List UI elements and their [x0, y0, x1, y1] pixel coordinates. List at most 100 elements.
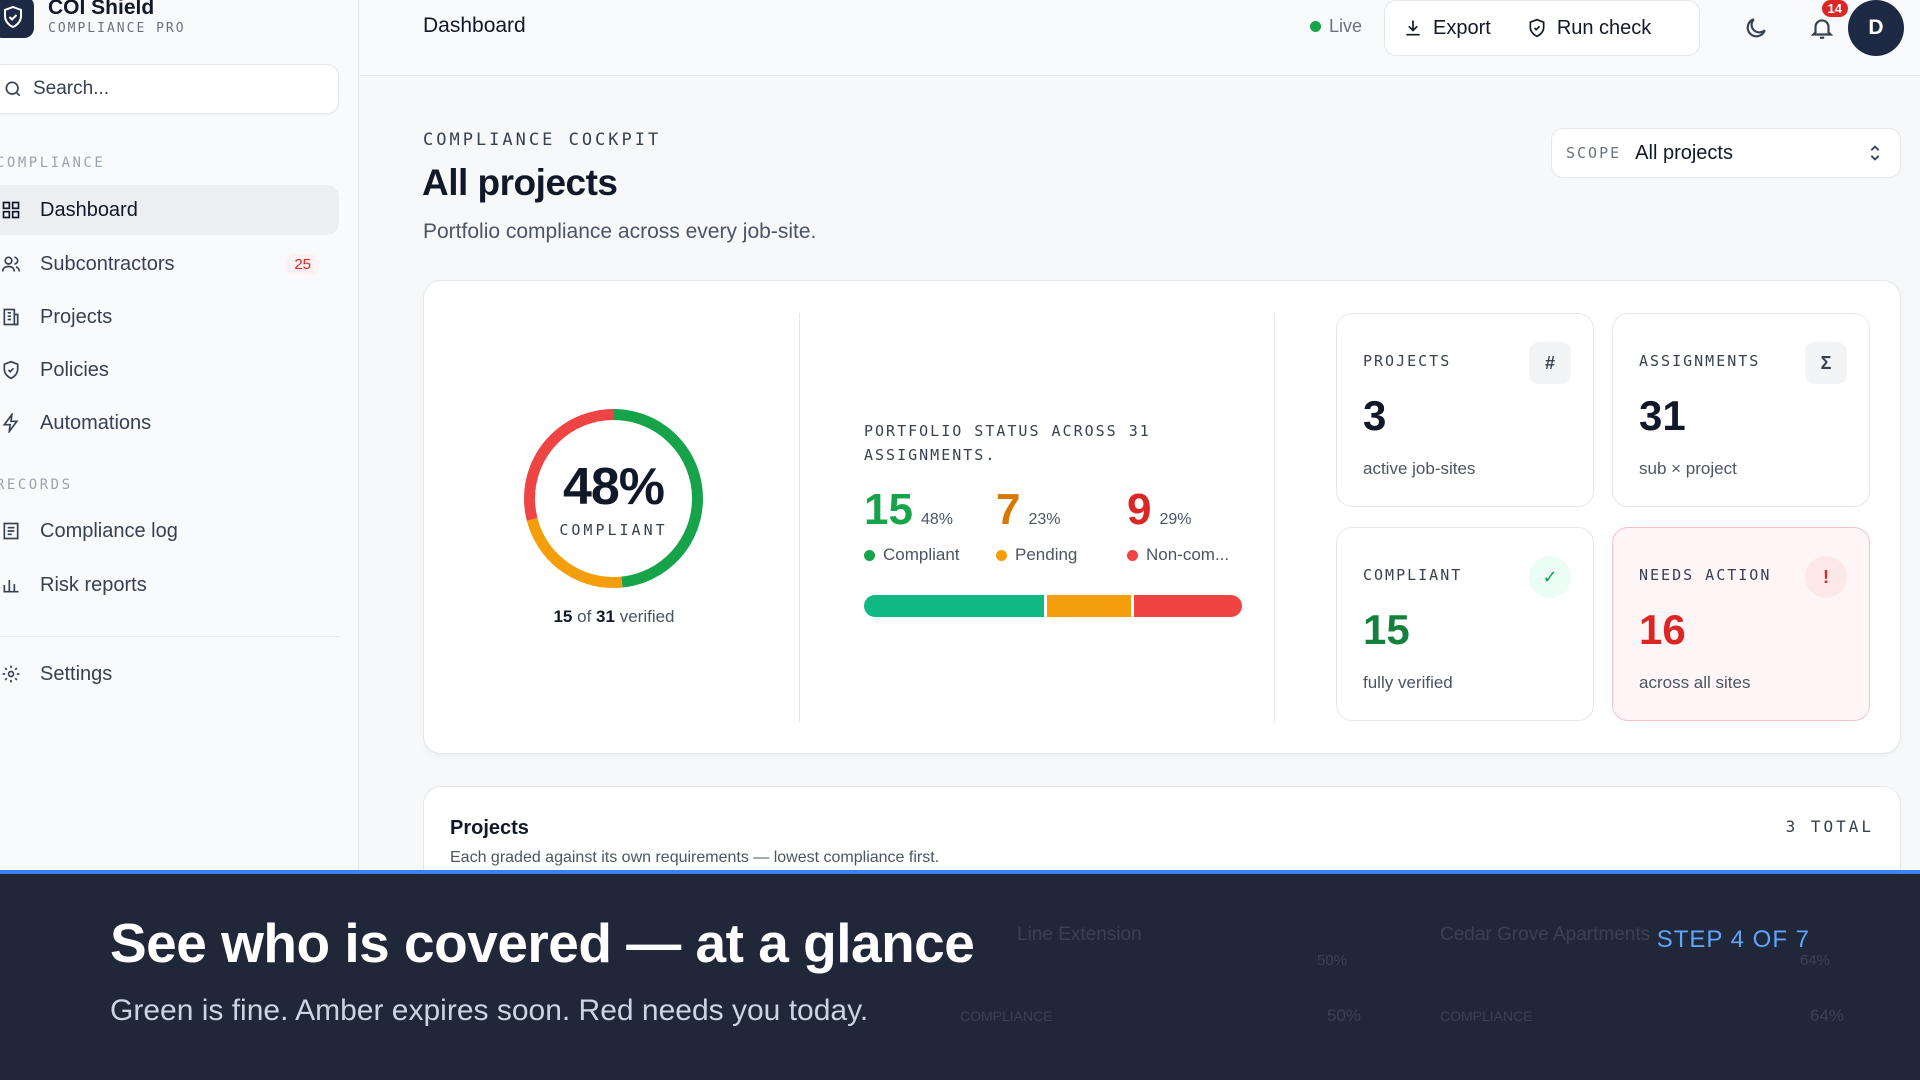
- ghost-compliance-label: COMPLIANCE: [960, 1008, 1053, 1024]
- hash-icon: #: [1529, 342, 1571, 384]
- projects-total: 3 TOTAL: [1785, 817, 1874, 836]
- kpi-subtitle: fully verified: [1363, 673, 1453, 692]
- legend-dot-icon: [1127, 549, 1138, 561]
- projects-title: Projects: [450, 817, 529, 839]
- kpi-card-assignments[interactable]: ASSIGNMENTS Σ 31 sub × project: [1612, 313, 1870, 507]
- compliance-summary-card: 48% COMPLIANT 15 of 31 verified PORTFOLI…: [423, 280, 1901, 754]
- scope-value: All projects: [1635, 141, 1733, 164]
- search-icon: [5, 81, 21, 97]
- kpi-subtitle: active job-sites: [1363, 459, 1476, 478]
- legend-noncompliant-label: Non-com...: [1146, 545, 1230, 564]
- brand[interactable]: COI Shield COMPLIANCE PRO: [0, 0, 186, 38]
- kpi-card-projects[interactable]: PROJECTS # 3 active job-sites: [1336, 313, 1594, 507]
- kpi-value: 31: [1639, 392, 1686, 439]
- export-button[interactable]: Export: [1385, 1, 1509, 55]
- legend-dot-icon: [996, 549, 1007, 561]
- bolt-icon: [0, 412, 22, 434]
- legend-noncompliant: Non-com...: [1127, 545, 1229, 565]
- stat-noncompliant: 9 29%: [1127, 486, 1192, 534]
- sidebar-item-automations[interactable]: Automations: [0, 398, 339, 448]
- kpi-value: 15: [1363, 606, 1410, 653]
- header-actions-group: Export Run check: [1384, 0, 1700, 56]
- shield-logo-icon: [0, 0, 34, 38]
- kpi-label: NEEDS ACTION: [1639, 566, 1772, 584]
- live-indicator: Live: [1310, 16, 1362, 37]
- verified-count: 15: [553, 607, 573, 626]
- stat-pending-count: 7: [996, 485, 1021, 534]
- top-header: Dashboard Live Export Run check 14 D: [360, 0, 1920, 76]
- compliance-donut: 48% COMPLIANT: [521, 406, 706, 591]
- ghost-compliance-value: 50%: [1327, 1006, 1362, 1025]
- legend-pending: Pending: [996, 545, 1077, 565]
- tutorial-step-indicator: STEP 4 OF 7: [1656, 926, 1810, 953]
- gear-icon: [0, 663, 22, 685]
- theme-toggle-button[interactable]: [1736, 8, 1776, 48]
- sidebar-item-label: Compliance log: [40, 519, 178, 542]
- sidebar-item-policies[interactable]: Policies: [0, 345, 339, 395]
- bar-segment-compliant: [864, 595, 1044, 617]
- grid-icon: [0, 199, 22, 221]
- shield-check-icon: [0, 359, 22, 381]
- nav-section-compliance: COMPLIANCE: [0, 155, 106, 171]
- run-check-button[interactable]: Run check: [1509, 1, 1670, 55]
- legend-compliant: Compliant: [864, 545, 960, 565]
- stat-noncompliant-pct: 29%: [1159, 511, 1192, 528]
- live-dot-icon: [1310, 21, 1321, 32]
- compliance-percent-label: COMPLIANT: [559, 520, 668, 539]
- sidebar-item-settings[interactable]: Settings: [0, 649, 339, 699]
- search-box[interactable]: [0, 64, 339, 114]
- chevron-up-down-icon: [1870, 145, 1880, 161]
- sidebar-item-label: Projects: [40, 305, 113, 328]
- verified-word: verified: [619, 607, 675, 626]
- donut-center: 48% COMPLIANT: [521, 406, 706, 591]
- stat-compliant-count: 15: [864, 485, 913, 534]
- stat-noncompliant-count: 9: [1127, 485, 1152, 534]
- bell-icon: [1810, 19, 1834, 39]
- verified-total: 31: [596, 607, 615, 626]
- stat-compliant-pct: 48%: [920, 511, 953, 528]
- kpi-value: 3: [1363, 392, 1387, 439]
- moon-icon: [1746, 18, 1766, 38]
- list-icon: [0, 520, 22, 542]
- bar-segment-pending: [1047, 595, 1131, 617]
- sidebar-item-dashboard[interactable]: Dashboard: [0, 185, 339, 235]
- subcontractors-count-badge: 25: [286, 253, 319, 275]
- shield-check-icon: [1529, 18, 1545, 38]
- sidebar-item-subcontractors[interactable]: Subcontractors 25: [0, 239, 339, 289]
- legend-dot-icon: [864, 549, 875, 561]
- kpi-value: 16: [1639, 606, 1686, 653]
- kpi-card-compliant[interactable]: COMPLIANT ✓ 15 fully verified: [1336, 527, 1594, 721]
- scope-select[interactable]: SCOPE All projects: [1551, 128, 1901, 178]
- sidebar-item-risk-reports[interactable]: Risk reports: [0, 560, 339, 610]
- search-input[interactable]: [33, 78, 313, 100]
- sidebar-item-label: Policies: [40, 358, 109, 381]
- download-icon: [1406, 20, 1420, 36]
- kpi-card-needs-action[interactable]: NEEDS ACTION ! 16 across all sites: [1612, 527, 1870, 721]
- tutorial-title: See who is covered — at a glance: [110, 912, 975, 974]
- legend-compliant-label: Compliant: [883, 545, 960, 564]
- tutorial-overlay: Line Extension Cedar Grove Apartments 50…: [0, 870, 1920, 1080]
- sidebar-item-compliance-log[interactable]: Compliance log: [0, 506, 339, 556]
- brand-title: COI Shield: [48, 0, 155, 19]
- ghost-project-name: Cedar Grove Apartments: [1440, 924, 1651, 945]
- sidebar-item-label: Dashboard: [40, 198, 138, 221]
- page-title: Dashboard: [423, 14, 526, 37]
- kpi-label: COMPLIANT: [1363, 566, 1463, 584]
- check-icon: ✓: [1529, 556, 1571, 598]
- live-label: Live: [1329, 16, 1363, 36]
- projects-subtitle: Each graded against its own requirements…: [450, 849, 940, 866]
- sigma-icon: Σ: [1805, 342, 1847, 384]
- bar-segment-noncompliant: [1134, 595, 1242, 617]
- section-eyebrow: COMPLIANCE COCKPIT: [423, 130, 662, 150]
- nav-section-records: RECORDS: [0, 477, 73, 493]
- notifications-button[interactable]: 14: [1802, 0, 1848, 48]
- main-subtitle: Portfolio compliance across every job-si…: [423, 220, 817, 243]
- verified-summary: 15 of 31 verified: [424, 607, 804, 627]
- stat-pending-pct: 23%: [1028, 511, 1061, 528]
- bar-chart-icon: [0, 574, 22, 596]
- avatar[interactable]: D: [1848, 0, 1904, 56]
- sidebar-item-projects[interactable]: Projects: [0, 292, 339, 342]
- tutorial-subtitle: Green is fine. Amber expires soon. Red n…: [110, 994, 869, 1027]
- ghost-project-name: Line Extension: [1017, 924, 1142, 945]
- sidebar-item-label: Automations: [40, 411, 152, 434]
